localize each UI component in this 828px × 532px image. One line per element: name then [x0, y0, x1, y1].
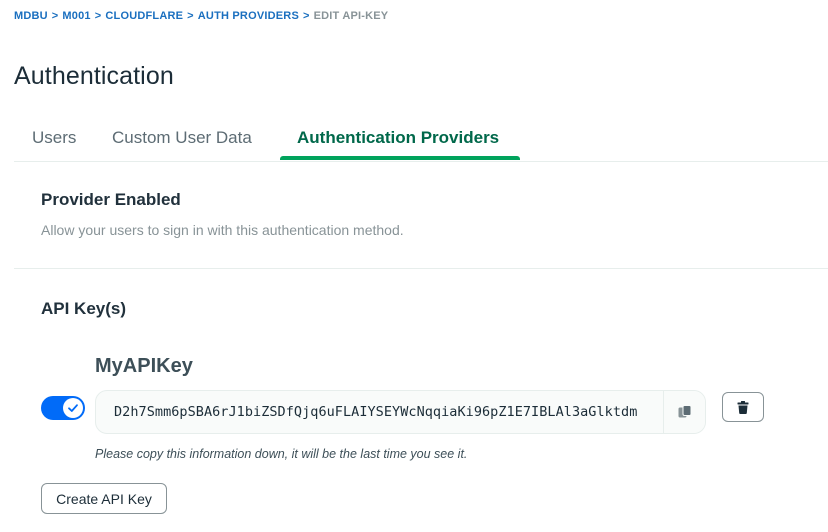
copy-button[interactable]	[663, 391, 705, 433]
page-title: Authentication	[14, 62, 174, 90]
tab-authentication-providers[interactable]: Authentication Providers	[297, 128, 499, 148]
api-key-enabled-toggle[interactable]	[41, 396, 85, 420]
breadcrumb-separator: >	[302, 10, 310, 22]
delete-api-key-button[interactable]	[722, 392, 764, 422]
api-key-field: D2h7Smm6pSBA6rJ1biZSDfQjq6uFLAIYSEYWcNqq…	[95, 390, 706, 434]
section-divider	[14, 268, 828, 269]
breadcrumb-link-cloudflare[interactable]: CLOUDFLARE	[105, 10, 183, 22]
breadcrumb-link-auth-providers[interactable]: AUTH PROVIDERS	[198, 10, 299, 22]
breadcrumb-separator: >	[187, 10, 194, 22]
toggle-knob	[63, 398, 83, 418]
tab-custom-user-data[interactable]: Custom User Data	[112, 128, 252, 148]
api-keys-title: API Key(s)	[41, 299, 127, 318]
provider-enabled-description: Allow your users to sign in with this au…	[41, 222, 404, 238]
api-key-value[interactable]: D2h7Smm6pSBA6rJ1biZSDfQjq6uFLAIYSEYWcNqq…	[114, 404, 637, 420]
copy-icon	[678, 405, 691, 418]
breadcrumb: MDBU > M001 > CLOUDFLARE > AUTH PROVIDER…	[14, 10, 388, 22]
breadcrumb-separator: >	[94, 10, 102, 22]
trash-icon	[737, 400, 749, 414]
tab-users[interactable]: Users	[32, 128, 76, 148]
breadcrumb-separator: >	[51, 10, 59, 22]
breadcrumb-link-mdbu[interactable]: MDBU	[14, 10, 48, 22]
create-api-key-button[interactable]: Create API Key	[41, 483, 167, 514]
tab-bar: Users Custom User Data Authentication Pr…	[14, 118, 828, 162]
copy-warning-note: Please copy this information down, it wi…	[95, 447, 468, 461]
check-icon	[68, 404, 78, 412]
api-key-name: MyAPIKey	[95, 355, 193, 377]
breadcrumb-link-m001[interactable]: M001	[62, 10, 90, 22]
provider-enabled-title: Provider Enabled	[41, 190, 181, 209]
breadcrumb-current: EDIT API-KEY	[313, 10, 389, 22]
active-tab-indicator	[280, 156, 520, 160]
